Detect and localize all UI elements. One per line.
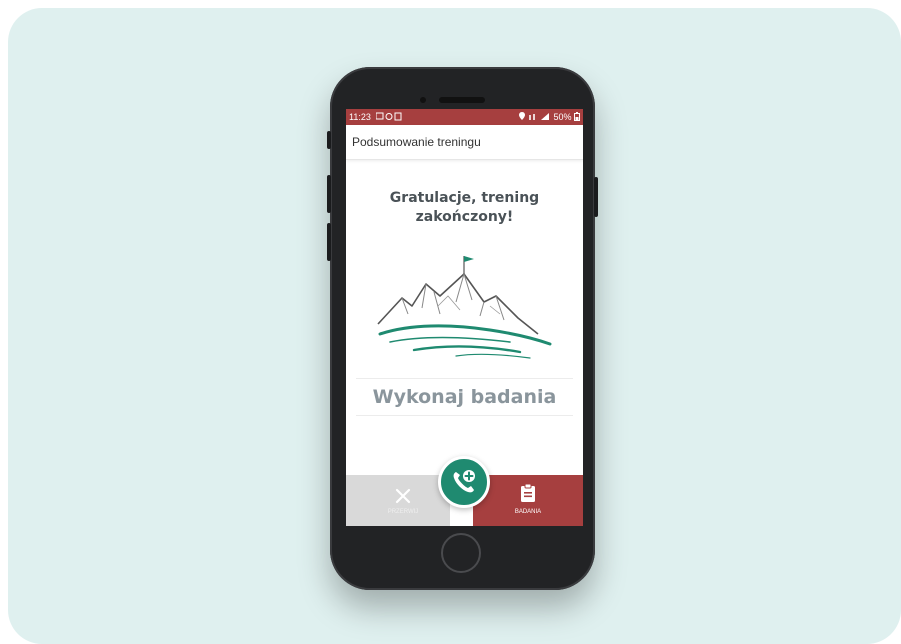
status-time: 11:23 [349, 112, 371, 122]
abort-button-label: PRZERWIJ [387, 509, 419, 515]
front-camera [420, 97, 426, 103]
status-bar: 11:23 50% [346, 109, 583, 125]
phone-volume-down [327, 223, 331, 261]
phone-volume-up [327, 175, 331, 213]
clipboard-icon [521, 484, 535, 502]
status-right: 50% [518, 109, 580, 125]
phone-mockup: 11:23 50% Podsumowanie treningu Gratulac… [327, 67, 598, 590]
call-doctor-fab[interactable] [438, 456, 490, 508]
close-icon [395, 488, 411, 504]
phone-power-button [594, 177, 598, 217]
phone-side-button [327, 131, 331, 149]
status-notification-icons [375, 112, 404, 122]
home-button [441, 533, 481, 573]
battery-icon [574, 112, 580, 121]
headline-line-2: zakończony! [415, 209, 514, 225]
page-title: Podsumowanie treningu [352, 135, 481, 149]
status-battery-text: 50% [553, 112, 572, 122]
mountain-illustration [377, 256, 552, 359]
status-left: 11:23 [349, 109, 404, 125]
perform-tests-link[interactable]: Wykonaj badania [356, 378, 573, 416]
notification-icons [375, 112, 402, 121]
congrats-headline: Gratulacje, trening zakończony! [366, 189, 563, 227]
app-screen: 11:23 50% Podsumowanie treningu Gratulac… [346, 109, 583, 526]
headline-line-1: Gratulacje, trening [389, 190, 540, 206]
signal-icons [518, 112, 549, 120]
app-toolbar: Podsumowanie treningu [346, 125, 583, 160]
earpiece-speaker [439, 97, 485, 103]
tests-button-label: BADANIA [514, 509, 542, 515]
phone-plus-icon [453, 470, 475, 493]
